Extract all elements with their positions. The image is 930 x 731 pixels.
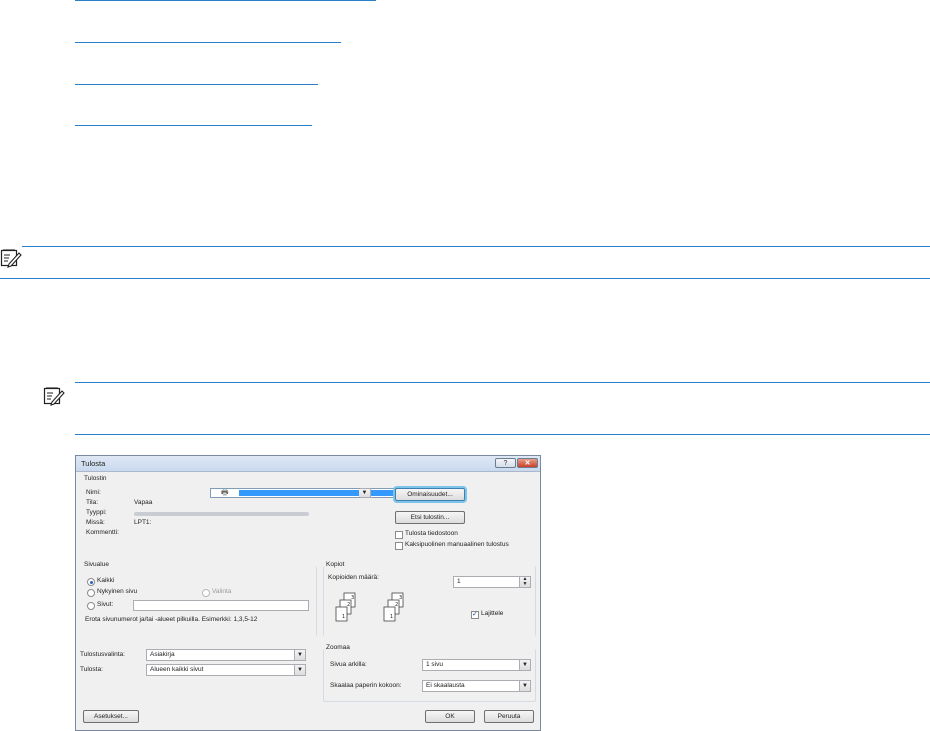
- note-pencil-icon: [0, 249, 22, 268]
- print-to-file-label: Tulosta tiedostoon: [405, 530, 458, 537]
- note-rule-bottom: [0, 278, 930, 279]
- properties-button[interactable]: Ominaisuudet...: [395, 488, 465, 501]
- printer-where-value: LPT1:: [134, 519, 152, 526]
- chevron-down-icon: ▼: [519, 660, 530, 670]
- range-pages-radio[interactable]: [87, 602, 95, 610]
- printer-icon: 🖶: [221, 488, 229, 497]
- note-rule-bottom: [75, 434, 930, 435]
- printer-status-value: Vapaa: [134, 499, 153, 506]
- printer-group-label: Tulostin: [84, 475, 107, 482]
- chevron-down-icon: ▼: [359, 489, 370, 497]
- printer-type-label: Tyyppi:: [86, 509, 107, 516]
- pages-per-sheet-value: 1 sivu: [426, 661, 443, 668]
- range-hint: Erota sivunumerot ja/tai -alueet pilkuil…: [85, 616, 258, 623]
- manual-duplex-label: Kaksipuolinen manuaalinen tulostus: [405, 541, 509, 548]
- copies-count-input[interactable]: 1 ▲ ▼: [453, 576, 531, 588]
- print-to-file-checkbox[interactable]: [395, 531, 403, 539]
- print-select[interactable]: Alueen kaikki sivut ▼: [146, 664, 306, 676]
- scale-select[interactable]: Ei skaalausta ▼: [422, 680, 531, 692]
- print-what-select[interactable]: Asiakirja ▼: [146, 649, 306, 661]
- options-button[interactable]: Asetukset...: [83, 710, 139, 723]
- note-rule-top: [22, 246, 930, 247]
- pages-per-sheet-select[interactable]: 1 sivu ▼: [422, 659, 531, 671]
- help-button[interactable]: ?: [495, 458, 516, 468]
- range-pages-input[interactable]: [133, 600, 309, 611]
- chevron-down-icon: ▼: [519, 681, 530, 691]
- range-all-radio[interactable]: [87, 578, 95, 586]
- collate-label: Lajittele: [481, 610, 504, 617]
- range-current-label: Nykyinen sivu: [97, 588, 138, 595]
- link-underline[interactable]: [75, 125, 312, 126]
- printer-type-value: [134, 512, 309, 516]
- link-underline[interactable]: [75, 42, 341, 43]
- print-value: Alueen kaikki sivut: [150, 666, 204, 673]
- note-rule-top: [75, 382, 930, 383]
- manual-duplex-checkbox[interactable]: [395, 542, 403, 550]
- find-printer-button[interactable]: Etsi tulostin...: [395, 511, 465, 524]
- printer-comment-label: Kommentti:: [86, 529, 119, 536]
- note-pencil-icon: [43, 387, 65, 406]
- svg-text:1: 1: [390, 614, 393, 620]
- svg-text:1: 1: [342, 614, 345, 620]
- dialog-title: Tulosta: [81, 459, 106, 468]
- copies-count-value: 1: [457, 578, 461, 585]
- printer-where-label: Missä:: [86, 519, 105, 526]
- range-pages-label: Sivut:: [97, 601, 114, 608]
- print-what-value: Asiakirja: [150, 651, 175, 658]
- range-selection-radio[interactable]: [202, 589, 210, 597]
- printer-dropdown-arrow[interactable]: ▼: [359, 488, 371, 498]
- dialog-titlebar: Tulosta ? ✕: [76, 456, 540, 472]
- range-all-label: Kaikki: [97, 577, 115, 584]
- link-underline[interactable]: [75, 0, 376, 1]
- close-button[interactable]: ✕: [517, 458, 538, 468]
- svg-text:2: 2: [347, 602, 350, 608]
- printer-name-label: Nimi:: [86, 489, 101, 496]
- print-what-label: Tulostusvalinta:: [80, 651, 125, 658]
- copies-count-label: Kopioiden määrä:: [328, 574, 379, 581]
- chevron-down-icon: ▼: [294, 650, 305, 660]
- link-underline[interactable]: [75, 84, 318, 85]
- scale-value: Ei skaalausta: [426, 682, 465, 689]
- collate-checkbox[interactable]: [471, 610, 479, 619]
- scale-label: Skaalaa paperin kokoon:: [330, 682, 402, 689]
- zoom-group: [323, 649, 536, 702]
- svg-text:2: 2: [395, 602, 398, 608]
- range-current-radio[interactable]: [87, 589, 95, 597]
- range-selection-label: Valinta: [212, 588, 232, 595]
- up-down-spinner-icon[interactable]: ▲ ▼: [519, 577, 530, 587]
- cancel-button[interactable]: Peruuta: [484, 710, 534, 723]
- collate-pages-icon: 321 321: [335, 592, 404, 622]
- printer-status-label: Tila:: [86, 499, 99, 506]
- ok-button[interactable]: OK: [425, 710, 475, 723]
- print-label: Tulosta:: [80, 666, 103, 673]
- svg-text:3: 3: [399, 595, 402, 601]
- chevron-down-icon: ▼: [294, 665, 305, 675]
- print-dialog: Tulosta ? ✕ Tulostin Nimi: 🖶 ▼ Tila: Vap…: [75, 455, 541, 731]
- pages-per-sheet-label: Sivua arkilla:: [330, 661, 367, 668]
- svg-text:3: 3: [351, 595, 354, 601]
